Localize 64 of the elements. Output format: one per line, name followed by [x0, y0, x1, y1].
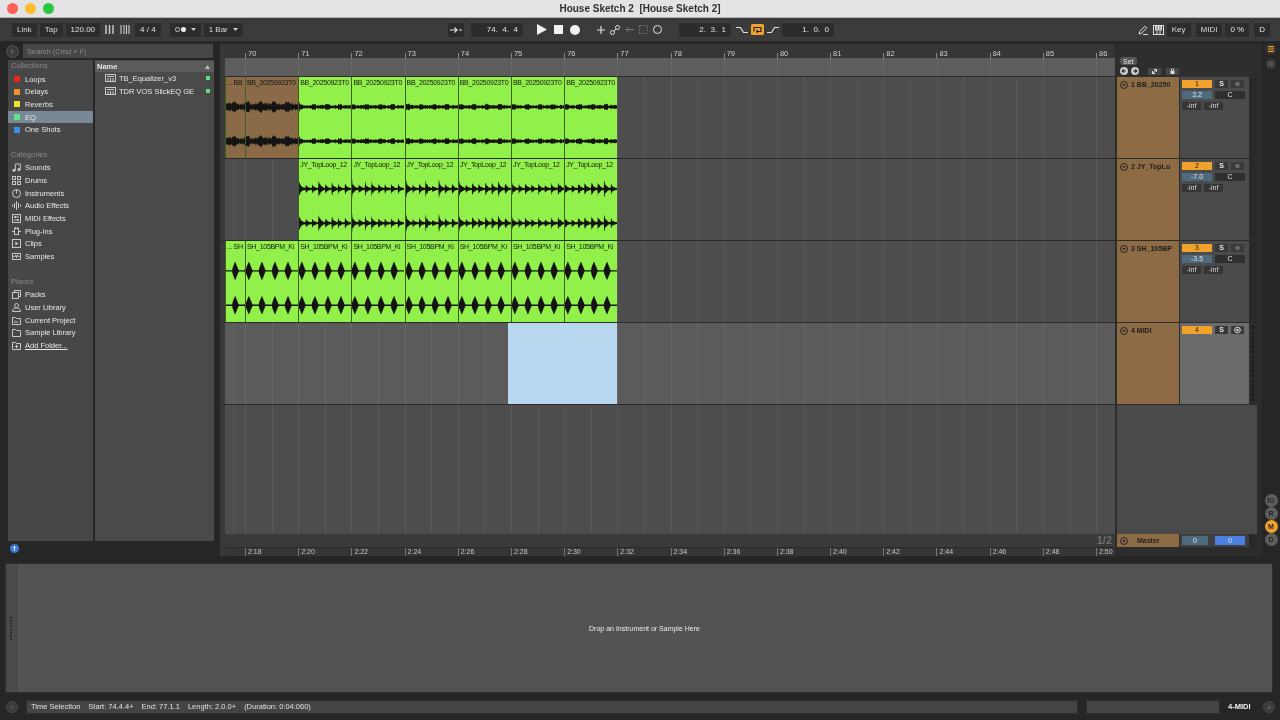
person-icon: [12, 302, 21, 312]
loop-length-field[interactable]: 1. 0. 0: [782, 22, 834, 37]
play-square-icon: [12, 239, 21, 249]
vertical-bars-icon[interactable]: [120, 25, 131, 34]
circle-icon[interactable]: [653, 25, 662, 34]
arrow-up-circle-icon[interactable]: [10, 544, 19, 553]
chevron-circle-icon[interactable]: [1120, 245, 1128, 253]
chevron-circle-icon[interactable]: [1120, 163, 1128, 171]
position-field[interactable]: 74. 4. 4: [471, 22, 523, 37]
plus-icon[interactable]: [597, 25, 605, 34]
device-icon: [105, 74, 116, 83]
step-down-icon[interactable]: [736, 25, 748, 34]
folder-icon: [12, 328, 21, 338]
chain-icon[interactable]: [610, 24, 620, 35]
loop-start-field[interactable]: 2. 3. 1: [679, 22, 731, 37]
arrow-circle-icon[interactable]: [1131, 67, 1139, 75]
expand-icon[interactable]: [1148, 67, 1161, 75]
pencil-icon[interactable]: [1137, 24, 1148, 35]
play-circle-icon[interactable]: [1120, 536, 1128, 545]
sort-arrow-icon[interactable]: [205, 64, 210, 69]
tap-button[interactable]: Tap: [39, 22, 63, 37]
loop-icon[interactable]: [751, 24, 764, 35]
dots-icon: [174, 27, 186, 32]
chevron-circle-icon[interactable]: [1120, 81, 1128, 89]
waveform-icon: [12, 201, 21, 211]
device-icon: [105, 87, 116, 96]
quantization-dropdown[interactable]: 1 Bar: [203, 22, 243, 37]
keyboard-icon[interactable]: [1152, 24, 1164, 35]
step-up-icon[interactable]: [767, 25, 779, 34]
sliders-icon: [12, 214, 21, 224]
arrow-circle-icon[interactable]: [1120, 67, 1128, 75]
dashed-square-icon[interactable]: [639, 25, 648, 34]
record-icon[interactable]: [570, 24, 580, 35]
caret-icon: [190, 28, 196, 31]
disk-label: D: [1254, 22, 1270, 37]
knob-icon: [12, 188, 21, 198]
triangle-circle-icon[interactable]: [1263, 700, 1275, 713]
lock-icon[interactable]: [1166, 67, 1179, 75]
midi-map-button[interactable]: MIDI: [1195, 22, 1223, 37]
tempo-field[interactable]: 120.00: [65, 22, 101, 37]
plug-icon: [12, 226, 21, 236]
time-signature-field[interactable]: 4 / 4: [135, 22, 161, 37]
caret-icon: [232, 28, 238, 31]
ring-dot-icon[interactable]: [1231, 326, 1244, 334]
arrow-left-icon[interactable]: [625, 26, 634, 33]
waveform-box-icon: [12, 252, 21, 262]
menu-icon[interactable]: [1265, 43, 1277, 55]
folder-plus-icon: [12, 340, 21, 350]
play-circle-icon[interactable]: [6, 44, 19, 58]
note-icon: [12, 163, 21, 173]
cpu-load-label: 0 %: [1225, 22, 1250, 37]
grid-icon: [12, 176, 21, 186]
key-map-button[interactable]: Key: [1166, 22, 1191, 37]
close-icon[interactable]: [7, 3, 18, 14]
folder-icon: [12, 315, 21, 325]
vertical-bars-icon[interactable]: [105, 25, 116, 34]
chevron-circle-icon[interactable]: [1120, 327, 1128, 335]
stacked-squares-icon: [12, 290, 21, 300]
play-icon[interactable]: [537, 24, 547, 35]
window-title: House Sketch 2 [House Sketch 2]: [559, 3, 721, 14]
empty-track-area[interactable]: [1117, 405, 1257, 534]
metronome-button[interactable]: [169, 22, 201, 37]
link-button[interactable]: Link: [12, 22, 37, 37]
play-circle-icon[interactable]: [6, 700, 18, 713]
